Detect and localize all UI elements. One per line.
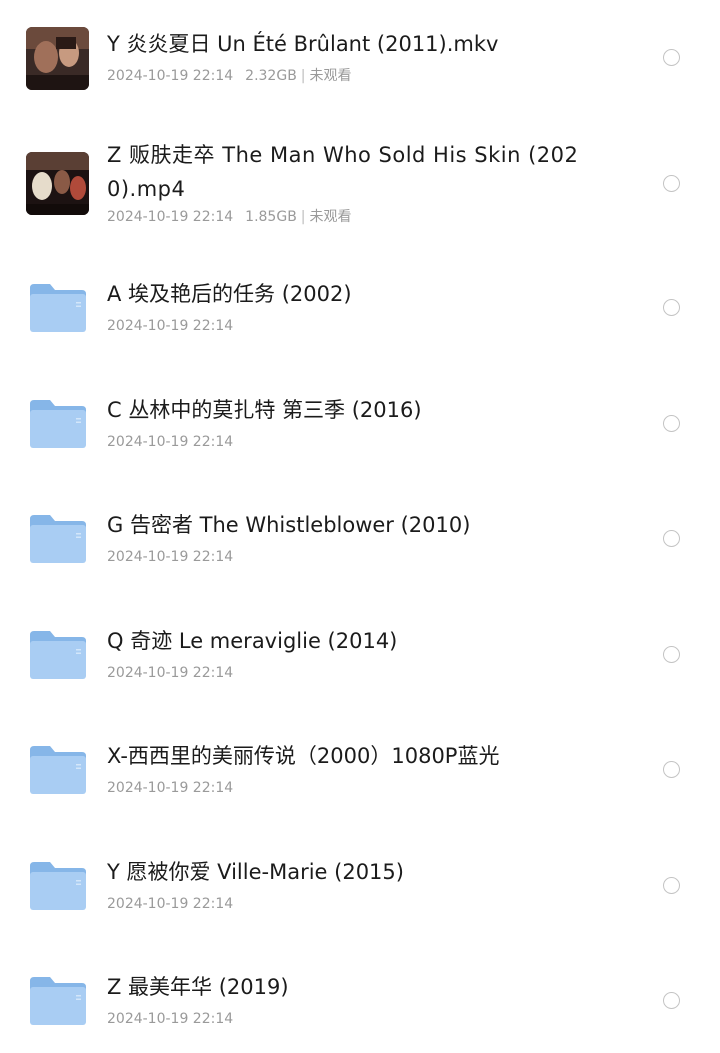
- item-date: 2024-10-19 22:14: [107, 68, 234, 84]
- item-name[interactable]: A 埃及艳后的任务 (2002): [107, 277, 627, 311]
- item-name[interactable]: Y 愿被你爱 Ville-Marie (2015): [107, 855, 627, 889]
- list-item[interactable]: Z 最美年华 (2019) 2024-10-19 22:14: [0, 953, 720, 1053]
- folder-icon: [28, 629, 88, 681]
- folder-icon: [28, 860, 88, 912]
- video-thumbnail-icon: [26, 27, 89, 90]
- item-size: 2.32GB: [245, 68, 297, 84]
- list-item[interactable]: Y 炎炎夏日 Un Été Brûlant (2011).mkv 2024-10…: [0, 8, 720, 108]
- item-name[interactable]: X-西西里的美丽传说（2000）1080P蓝光: [107, 739, 627, 773]
- select-radio[interactable]: [663, 992, 680, 1009]
- item-name[interactable]: Q 奇迹 Le meraviglie (2014): [107, 624, 627, 658]
- item-name[interactable]: Z 最美年华 (2019): [107, 970, 627, 1004]
- meta-separator: |: [300, 209, 306, 225]
- folder-icon: [28, 282, 88, 334]
- select-radio[interactable]: [663, 175, 680, 192]
- file-list: Y 炎炎夏日 Un Été Brûlant (2011).mkv 2024-10…: [0, 0, 720, 1049]
- item-date: 2024-10-19 22:14: [107, 434, 234, 450]
- select-radio[interactable]: [663, 530, 680, 547]
- item-name[interactable]: Z 贩肤走卒 The Man Who Sold His Skin (2020).…: [107, 138, 602, 206]
- item-meta: 2024-10-19 22:14 2.32GB | 未观看: [107, 66, 352, 86]
- item-date: 2024-10-19 22:14: [107, 665, 234, 681]
- folder-icon: [28, 975, 88, 1027]
- folder-icon: [28, 513, 88, 565]
- folder-icon: [28, 398, 88, 450]
- item-date: 2024-10-19 22:14: [107, 318, 234, 334]
- item-name[interactable]: C 丛林中的莫扎特 第三季 (2016): [107, 393, 627, 427]
- item-name[interactable]: Y 炎炎夏日 Un Été Brûlant (2011).mkv: [107, 27, 627, 61]
- watch-status: 未观看: [309, 209, 352, 225]
- meta-separator: |: [300, 68, 306, 84]
- select-radio[interactable]: [663, 299, 680, 316]
- select-radio[interactable]: [663, 877, 680, 894]
- item-date: 2024-10-19 22:14: [107, 1011, 234, 1027]
- list-item[interactable]: C 丛林中的莫扎特 第三季 (2016) 2024-10-19 22:14: [0, 376, 720, 476]
- select-radio[interactable]: [663, 415, 680, 432]
- list-item[interactable]: A 埃及艳后的任务 (2002) 2024-10-19 22:14: [0, 260, 720, 360]
- select-radio[interactable]: [663, 49, 680, 66]
- item-date: 2024-10-19 22:14: [107, 549, 234, 565]
- video-thumbnail-icon: [26, 152, 89, 215]
- item-date: 2024-10-19 22:14: [107, 209, 234, 225]
- list-item[interactable]: Z 贩肤走卒 The Man Who Sold His Skin (2020).…: [0, 125, 720, 235]
- item-meta: 2024-10-19 22:14 1.85GB | 未观看: [107, 207, 352, 227]
- list-item[interactable]: Y 愿被你爱 Ville-Marie (2015) 2024-10-19 22:…: [0, 838, 720, 938]
- list-item[interactable]: Q 奇迹 Le meraviglie (2014) 2024-10-19 22:…: [0, 607, 720, 707]
- folder-icon: [28, 744, 88, 796]
- select-radio[interactable]: [663, 761, 680, 778]
- list-item[interactable]: X-西西里的美丽传说（2000）1080P蓝光 2024-10-19 22:14: [0, 722, 720, 822]
- list-item[interactable]: G 告密者 The Whistleblower (2010) 2024-10-1…: [0, 491, 720, 591]
- select-radio[interactable]: [663, 646, 680, 663]
- item-date: 2024-10-19 22:14: [107, 896, 234, 912]
- item-size: 1.85GB: [245, 209, 297, 225]
- item-date: 2024-10-19 22:14: [107, 780, 234, 796]
- watch-status: 未观看: [309, 68, 352, 84]
- item-name[interactable]: G 告密者 The Whistleblower (2010): [107, 508, 627, 542]
